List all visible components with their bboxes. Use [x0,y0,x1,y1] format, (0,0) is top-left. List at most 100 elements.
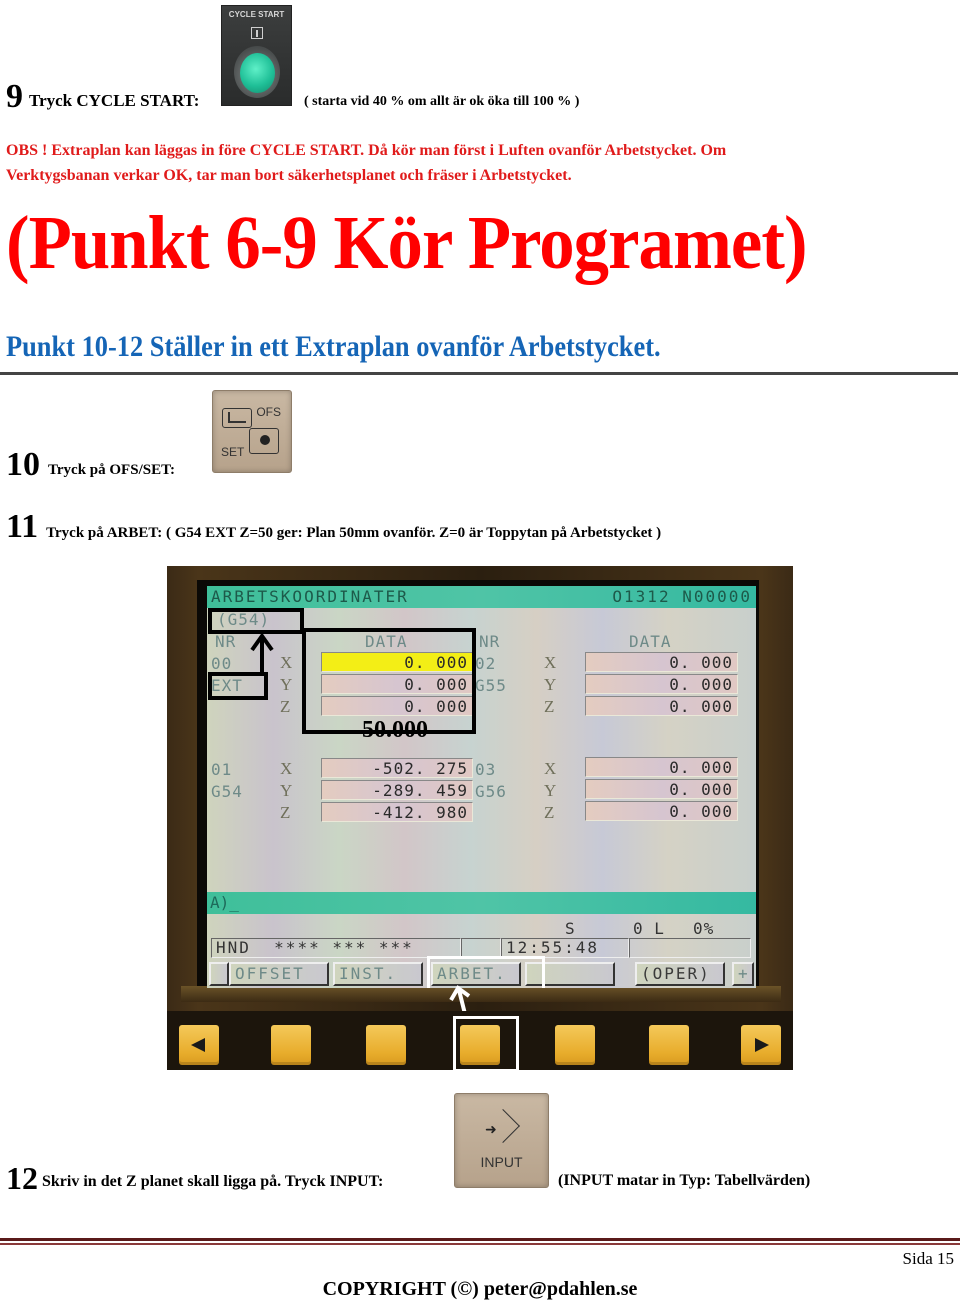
cnc-panel-photo: ARBETSKOORDINATER O1312 N00000 (G54) NR … [167,566,793,1072]
softkey-next[interactable]: + [732,962,754,986]
axis-label: Y [544,675,557,694]
group-nr: 01 [211,760,233,779]
group-nr: 03 [475,760,497,779]
axis-label: Z [544,697,555,716]
screen-header: ARBETSKOORDINATER O1312 N00000 [207,586,756,608]
obs-line-2: Verktygsbanan verkar OK, tar man bort sä… [6,167,572,184]
softkey-right-arrow[interactable] [741,1025,781,1065]
axis-label: X [544,653,557,672]
load-status: 0 L [633,919,665,938]
ofs-set-key-image: OFS SET [212,390,292,473]
step-9-text: Tryck CYCLE START: [29,91,200,110]
hardware-softkey[interactable] [366,1025,406,1065]
g56-x-value[interactable]: 0. 000 [585,757,738,777]
cycle-start-label: CYCLE START [228,10,285,19]
ofs-label: OFS [256,405,281,419]
hardware-softkey[interactable] [555,1025,595,1065]
g54-y-value[interactable]: -289. 459 [321,780,473,800]
softkey-row [167,1011,793,1072]
annotation-arrow-up-icon [250,632,274,676]
step-12-text: Skriv in det Z planet skall ligga på. Tr… [42,1173,384,1190]
group-nr: 00 [211,654,233,673]
set-label: SET [221,445,245,459]
step-10: 10 Tryck på OFS/SET: [6,448,175,482]
col-nr-left: NR [215,632,237,651]
group-name: G55 [475,676,507,695]
offset-axis-icon [222,408,252,428]
obs-line-1: OBS ! Extraplan kan läggas in före CYCLE… [6,142,727,159]
input-key-image: ➜ INPUT [454,1093,549,1188]
axis-label: Y [280,781,293,800]
section-title: (Punkt 6-9 Kör Programet) [6,201,807,285]
annotation-key-box [453,1016,519,1072]
step-9: 9 Tryck CYCLE START: [6,80,199,114]
softkey-inst[interactable]: INST. [333,962,423,986]
input-prompt: A)_ [210,893,239,912]
col-data-right: DATA [629,632,672,651]
g54-z-value[interactable]: -412. 980 [321,802,473,822]
spindle-status: S [565,919,576,938]
mode-bar: HND **** *** *** 12:55:48 [211,938,751,958]
step-9-note: ( starta vid 40 % om allt är ok öka till… [304,94,580,109]
softkey-oper[interactable]: (OPER) [635,962,725,986]
g54-x-value[interactable]: -502. 275 [321,758,473,778]
mode-stars: **** *** *** [274,938,414,957]
input-label: INPUT [480,1154,523,1170]
copyright: COPYRIGHT (©) peter@pdahlen.se [322,1278,638,1300]
step-12-number: 12 [6,1160,38,1196]
step-11-number: 11 [6,508,39,545]
annotation-g54-box [208,608,304,634]
screen-title: ARBETSKOORDINATER [211,587,409,606]
softkey-left-arrow[interactable] [179,1025,219,1065]
softkey-back[interactable] [209,962,229,986]
g56-y-value[interactable]: 0. 000 [585,779,738,799]
cycle-start-symbol-icon [251,27,263,39]
axis-label: X [280,653,293,672]
axis-label: X [280,759,293,778]
step-11: 11 Tryck på ARBET: ( G54 EXT Z=50 ger: P… [6,510,661,544]
obs-warning: OBS ! Extraplan kan läggas in före CYCLE… [6,138,906,188]
step-11-text: Tryck på ARBET: ( G54 EXT Z=50 ger: Plan… [46,525,662,541]
section-subtitle: Punkt 10-12 Ställer in ett Extraplan ova… [6,330,661,363]
group-name: G54 [211,782,243,801]
clock: 12:55:48 [501,938,629,958]
input-line[interactable]: A)_ [207,892,756,914]
step-10-number: 10 [6,446,40,483]
annotation-z-value: 50.000 [362,717,428,743]
hardware-softkey[interactable] [649,1025,689,1065]
group-nr: 02 [475,654,497,673]
cycle-start-button-image: CYCLE START [221,5,292,106]
group-name: G56 [475,782,507,801]
footer-rule [0,1243,960,1245]
subtitle-divider [0,372,958,375]
g56-z-value[interactable]: 0. 000 [585,801,738,821]
step-9-number: 9 [6,78,23,115]
softkey-offset[interactable]: OFFSET [229,962,329,986]
axis-label: Y [280,675,293,694]
hardware-softkey[interactable] [271,1025,311,1065]
cycle-start-lamp-icon [240,53,275,93]
axis-label: Z [544,803,555,822]
axis-label: Z [280,803,291,822]
page-number: Sida 15 [902,1249,954,1268]
triangle-left-icon [191,1038,205,1052]
override-percent: 0% [693,919,715,938]
axis-label: Z [280,697,291,716]
mode-label: HND [216,938,251,957]
triangle-right-icon [755,1038,769,1052]
step-12: 12 Skriv in det Z planet skall ligga på.… [6,1162,383,1194]
annotation-arbet-box [427,956,545,988]
g55-x-value[interactable]: 0. 000 [585,652,738,672]
axis-label: X [544,759,557,778]
step-10-text: Tryck på OFS/SET: [48,462,175,478]
g55-y-value[interactable]: 0. 000 [585,674,738,694]
col-nr-right: NR [479,632,501,651]
cnc-screen: ARBETSKOORDINATER O1312 N00000 (G54) NR … [207,586,756,988]
g55-z-value[interactable]: 0. 000 [585,696,738,716]
setting-dot-icon [249,428,279,454]
footer-rule [0,1238,960,1241]
program-number: O1312 N00000 [612,587,752,606]
input-arrow-icon: ➜ [485,1123,497,1138]
axis-label: Y [544,781,557,800]
step-12-note: (INPUT matar in Typ: Tabellvärden) [558,1172,811,1189]
